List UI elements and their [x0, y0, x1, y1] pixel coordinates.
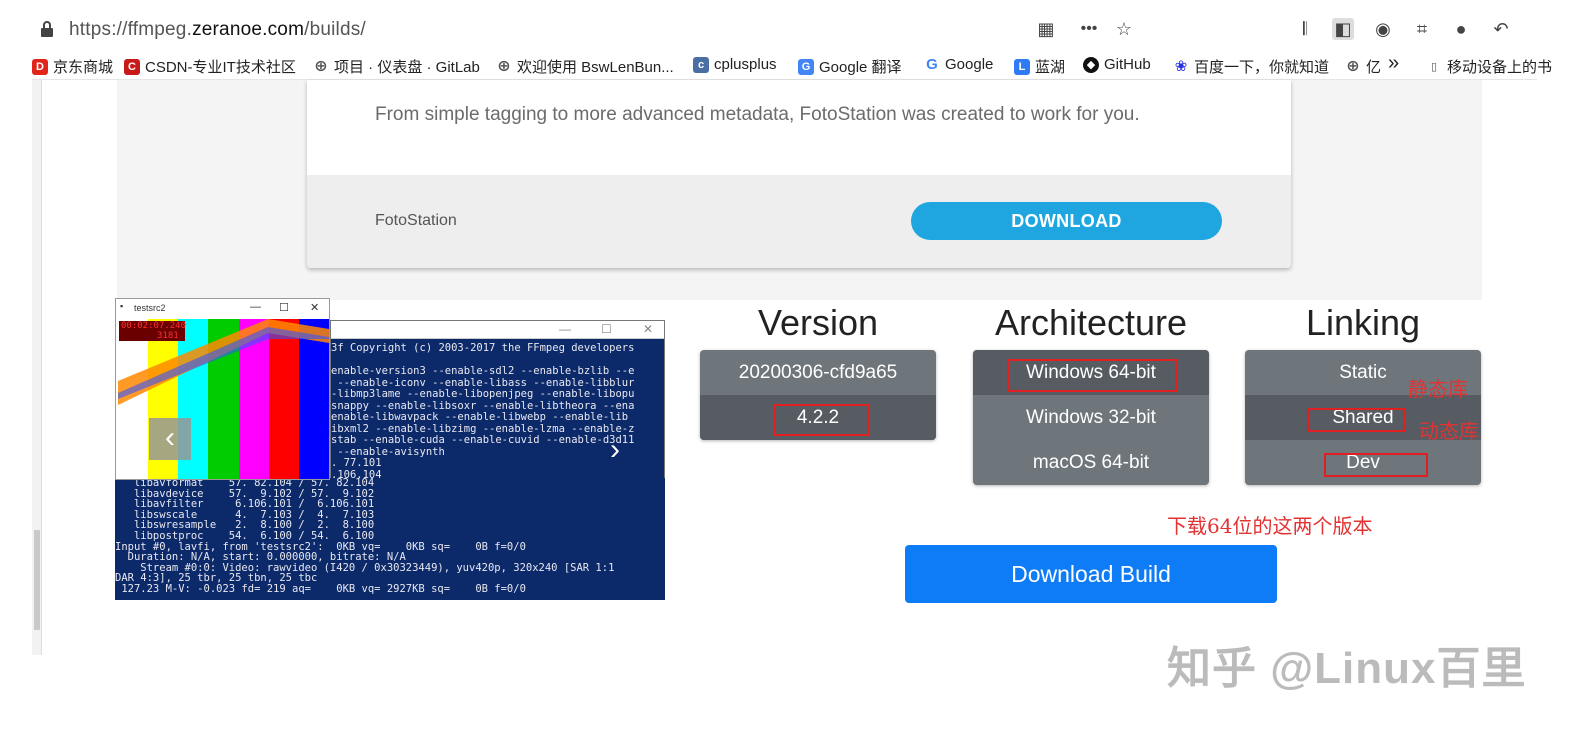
- product-description: From simple tagging to more advanced met…: [375, 104, 1140, 125]
- annotation-static: 静态库: [1408, 377, 1468, 401]
- baidu-icon: ❀: [1174, 57, 1188, 75]
- qr-code-icon[interactable]: ▦: [1035, 18, 1057, 40]
- account-icon[interactable]: ◉: [1372, 18, 1394, 40]
- globe-icon: ⊕: [1346, 57, 1360, 75]
- lanhu-icon: L: [1014, 58, 1030, 75]
- globe-icon: ⊕: [497, 57, 511, 75]
- testsrc-window: ▪ testsrc2 — ☐ ✕ 00:02:07.240 3181: [115, 298, 330, 480]
- bookmark-label: 移动设备上的书: [1447, 59, 1553, 76]
- window-title: testsrc2: [134, 303, 166, 313]
- bookmark-label: 京东商城: [53, 59, 114, 76]
- download-button[interactable]: DOWNLOAD: [911, 202, 1222, 240]
- bookmark-label: cplusplus: [714, 56, 777, 73]
- version-option-nightly[interactable]: 20200306-cfd9a65: [700, 350, 936, 395]
- bookmarks-overflow-icon[interactable]: »: [1388, 52, 1399, 75]
- url-bar[interactable]: https://ffmpeg.zeranoe.com/builds/ ▦ •••…: [32, 15, 1537, 45]
- crop-icon[interactable]: ⌗: [1411, 18, 1433, 40]
- annotation-note: 下载64位的这两个版本: [1167, 514, 1373, 538]
- product-card: From simple tagging to more advanced met…: [307, 80, 1291, 268]
- arch-option-macos64[interactable]: macOS 64-bit: [973, 440, 1209, 485]
- timestamp-overlay: 00:02:07.240 3181: [119, 321, 187, 341]
- bookmark-csdn[interactable]: C CSDN-专业IT技术社区: [124, 56, 296, 77]
- watermark: 知乎 @Linux百里: [1167, 644, 1527, 693]
- highlight-box-dev: [1324, 453, 1428, 477]
- csdn-icon: C: [124, 58, 140, 75]
- linking-title: Linking: [1305, 302, 1421, 343]
- highlight-box-architecture: [1007, 359, 1177, 392]
- architecture-title: Architecture: [994, 302, 1188, 343]
- arch-option-win32[interactable]: Windows 32-bit: [973, 395, 1209, 440]
- console-line: 3f Copyright (c) 2003-2017 the FFmpeg de…: [331, 343, 635, 354]
- product-name: FotoStation: [375, 212, 457, 229]
- download-build-button[interactable]: Download Build: [905, 545, 1277, 603]
- bookmark-star-icon[interactable]: ☆: [1113, 18, 1135, 40]
- close-icon: ✕: [310, 302, 320, 314]
- testsrc-titlebar: ▪ testsrc2 — ☐ ✕: [116, 299, 329, 317]
- bookmark-gitlab[interactable]: ⊕ 项目 · 仪表盘 · GitLab: [313, 56, 480, 77]
- minimize-icon: —: [559, 322, 571, 336]
- left-scrollbar[interactable]: [32, 80, 42, 655]
- highlight-box-shared: [1307, 408, 1405, 432]
- bookmark-cplusplus[interactable]: c cplusplus: [693, 56, 777, 73]
- bookmark-google[interactable]: G Google: [924, 56, 993, 73]
- bookmark-baidu[interactable]: ❀ 百度一下，你就知道: [1173, 56, 1329, 77]
- bookmark-other[interactable]: ⊕ 亿: [1345, 56, 1381, 77]
- bookmark-label: 蓝湖: [1035, 59, 1066, 76]
- console-titlebar: — ☐ ✕: [331, 321, 664, 339]
- library-icon[interactable]: 𝄃: [1294, 18, 1316, 40]
- bookmark-github[interactable]: ◆ GitHub: [1083, 56, 1151, 73]
- bookmark-label: 百度一下，你就知道: [1194, 59, 1330, 76]
- version-title: Version: [757, 302, 879, 343]
- bookmark-label: CSDN-专业IT技术社区: [145, 59, 296, 76]
- screenshot-root: https://ffmpeg.zeranoe.com/builds/ ▦ •••…: [0, 0, 1593, 737]
- bookmark-label: 欢迎使用 BswLenBun...: [517, 59, 674, 76]
- console-line: enable-version3 --enable-sdl2 --enable-b…: [331, 365, 635, 377]
- app-icon: ▪: [120, 301, 124, 311]
- close-icon: ✕: [643, 322, 654, 336]
- url-text[interactable]: https://ffmpeg.zeranoe.com/builds/: [69, 19, 366, 41]
- carousel-prev-icon[interactable]: ‹: [149, 418, 191, 460]
- bookmark-label: GitHub: [1104, 56, 1151, 73]
- preview-image: — ☐ ✕ 3f Copyright (c) 2003-2017 the FFm…: [115, 298, 665, 603]
- minimize-icon: —: [250, 301, 261, 313]
- bookmark-google-translate[interactable]: G Google 翻译: [798, 56, 902, 77]
- google-icon: G: [926, 55, 938, 73]
- bookmark-label: 项目 · 仪表盘 · GitLab: [334, 59, 480, 76]
- google-translate-icon: G: [798, 58, 814, 75]
- maximize-icon: ☐: [279, 302, 289, 314]
- console-log: libavformat 57. 82.104 / 57. 82.104 liba…: [115, 478, 665, 595]
- mobile-icon: ▯: [1430, 60, 1438, 73]
- console-log-line: libpostproc 54. 6.100 / 54. 6.100: [115, 529, 375, 542]
- github-icon: ◆: [1083, 56, 1099, 73]
- annotation-shared: 动态库: [1419, 419, 1479, 443]
- globe-icon: ⊕: [314, 57, 328, 75]
- sidebar-icon[interactable]: ◧: [1332, 18, 1354, 40]
- bookmark-lanhu[interactable]: L 蓝湖: [1014, 56, 1065, 77]
- bookmark-mobile[interactable]: ▯ 移动设备上的书: [1426, 56, 1552, 77]
- cplusplus-icon: c: [693, 56, 709, 73]
- maximize-icon: ☐: [601, 322, 612, 336]
- bookmark-label: Google: [945, 56, 994, 73]
- jd-icon: D: [32, 58, 48, 75]
- bookmark-bswlenbun[interactable]: ⊕ 欢迎使用 BswLenBun...: [496, 56, 674, 77]
- bookmark-jd[interactable]: D 京东商城: [32, 56, 113, 77]
- scrollbar-thumb[interactable]: [34, 530, 40, 630]
- frame-text: 3181: [157, 331, 179, 341]
- undo-icon[interactable]: ↶: [1490, 18, 1512, 40]
- bookmark-label: 亿: [1366, 59, 1382, 76]
- chat-icon[interactable]: ●: [1450, 18, 1472, 40]
- timestamp-text: 00:02:07.240: [121, 321, 187, 331]
- carousel-next-icon[interactable]: ›: [610, 433, 620, 467]
- bookmark-label: Google 翻译: [819, 59, 902, 76]
- lock-icon: [41, 21, 53, 37]
- bookmarks-bar: D 京东商城 C CSDN-专业IT技术社区 ⊕ 项目 · 仪表盘 · GitLab …: [32, 50, 1552, 80]
- console-log-line: 127.23 M-V: -0.023 fd= 219 aq= 0KB vq= 2…: [115, 582, 526, 595]
- highlight-box-version: [774, 404, 870, 436]
- more-actions-icon[interactable]: •••: [1078, 18, 1100, 40]
- console-line: enable-libwavpack --enable-libwebp --ena…: [331, 411, 629, 423]
- console-line: -libmp3lame --enable-libopenjpeg --enabl…: [331, 388, 635, 400]
